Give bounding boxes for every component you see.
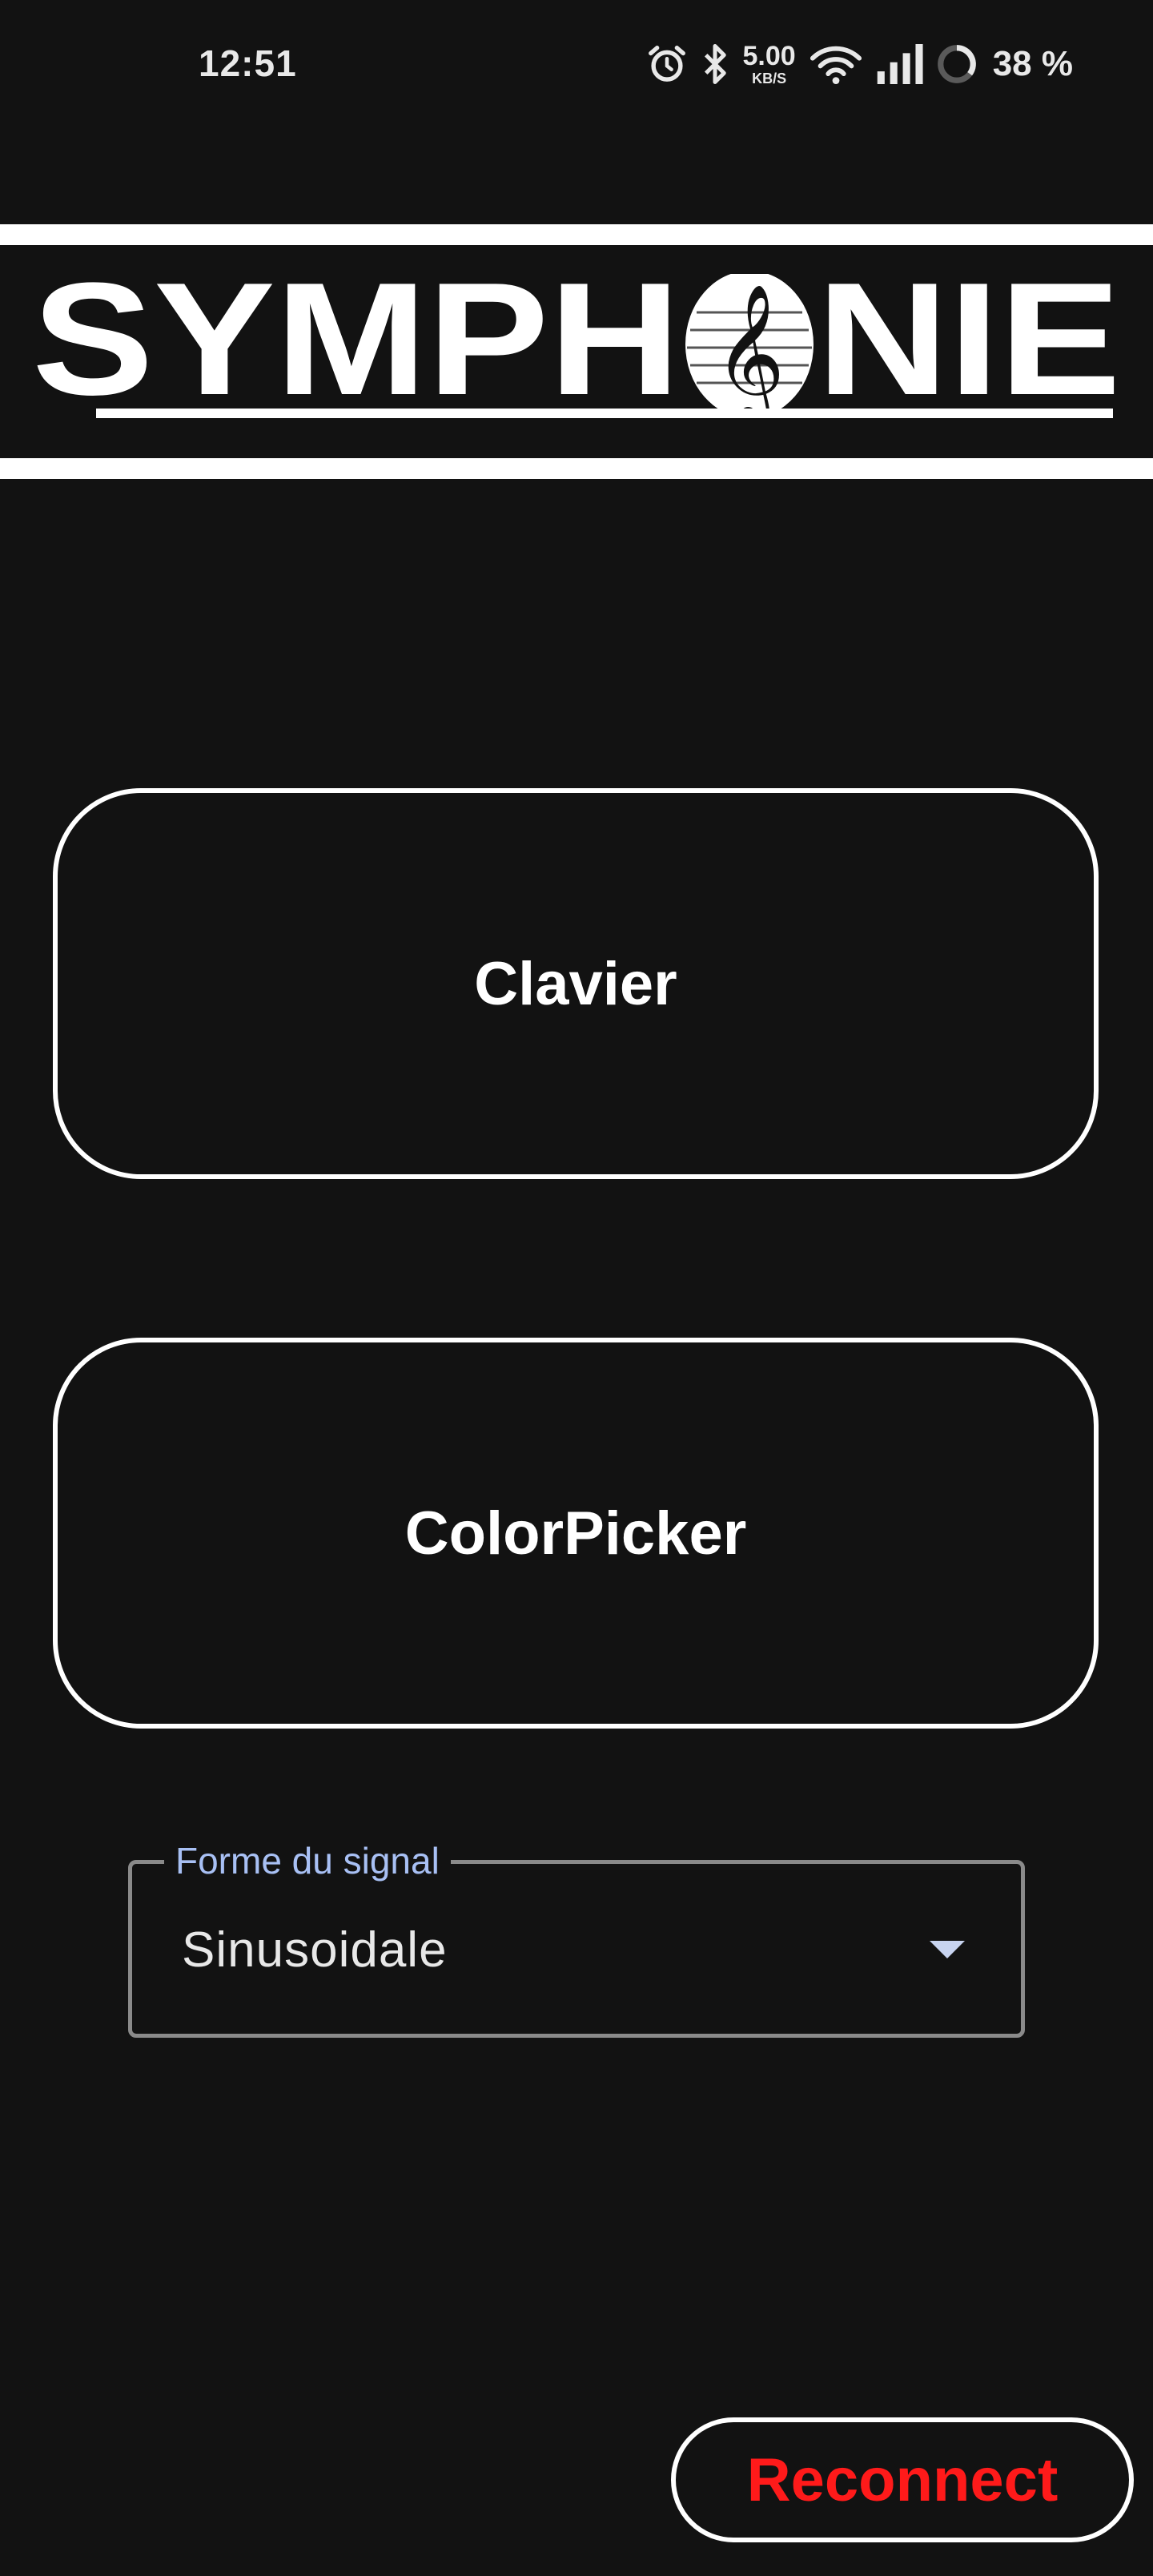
wifi-icon [809, 42, 863, 86]
color-picker-button[interactable]: ColorPicker [53, 1338, 1099, 1729]
svg-text:NIE: NIE [817, 274, 1121, 410]
signal-shape-label: Forme du signal [164, 1837, 451, 1885]
alarm-icon [645, 42, 689, 86]
reconnect-button[interactable]: Reconnect [671, 2417, 1134, 2542]
battery-percentage: 38 % [992, 44, 1073, 83]
battery-ring-icon [935, 42, 978, 86]
logo-bottom-rule [0, 458, 1153, 479]
clavier-button[interactable]: Clavier [53, 788, 1099, 1179]
status-time: 12:51 [199, 42, 297, 84]
svg-text:SYMPH: SYMPH [32, 274, 681, 410]
status-icons: 5.00 KB/S 38 % [645, 38, 1073, 90]
bluetooth-icon [700, 42, 730, 86]
logo-top-rule [0, 224, 1153, 245]
signal-shape-value: Sinusoidale [182, 1922, 448, 1978]
net-speed-value: 5.00 [742, 41, 796, 71]
logo-underline [96, 409, 1113, 418]
signal-shape-select[interactable]: Forme du signal Sinusoidale [128, 1837, 1025, 2038]
logo-wordmark: SYMPH NIE 𝄞 [32, 274, 1121, 410]
svg-text:𝄞: 𝄞 [714, 284, 785, 410]
status-bar: 12:51 5.00 KB/S 38 % [0, 0, 1153, 128]
net-speed-unit: KB/S [752, 70, 787, 87]
app-logo: SYMPH NIE 𝄞 [0, 224, 1153, 479]
treble-clef-icon: 𝄞 [685, 274, 814, 410]
signal-icon [874, 44, 924, 84]
dropdown-arrow-icon[interactable] [930, 1941, 965, 1958]
net-speed-indicator: 5.00 KB/S [743, 42, 796, 86]
